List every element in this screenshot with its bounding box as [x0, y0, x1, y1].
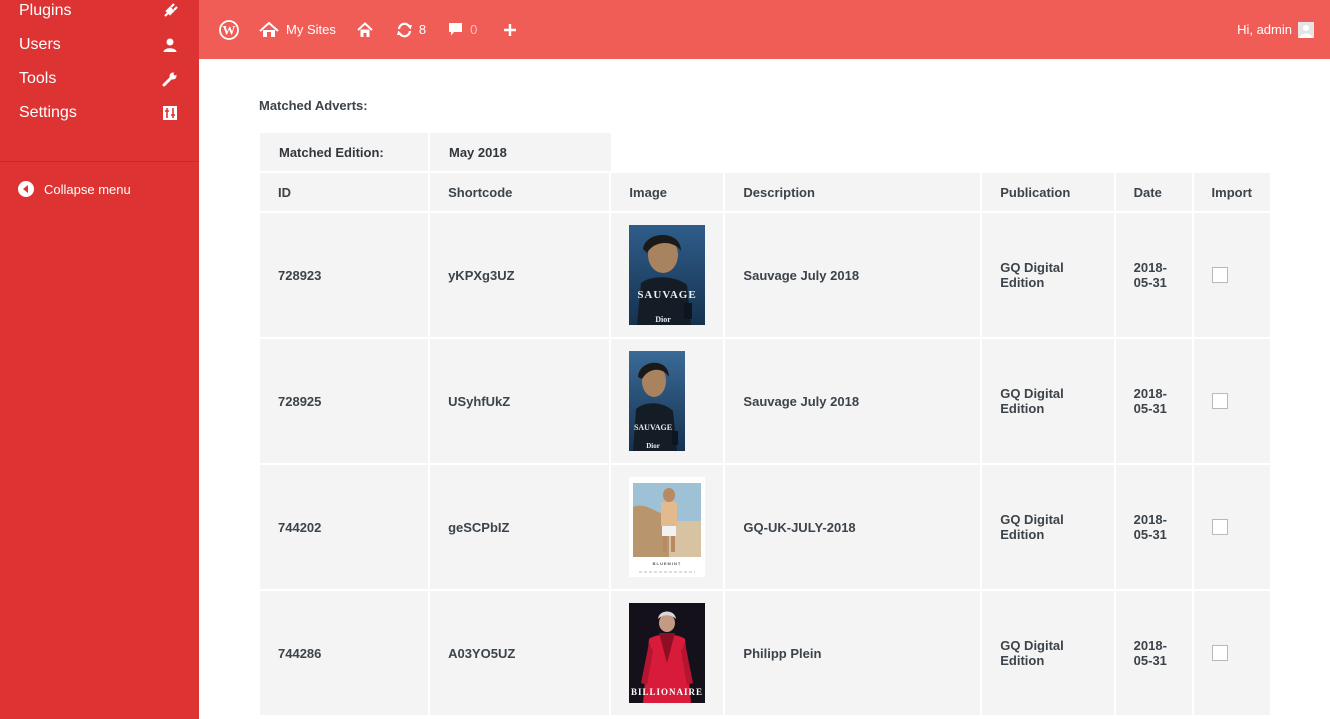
advert-thumbnail[interactable]: SAUVAGE Dior	[629, 225, 706, 325]
updates-count: 8	[418, 22, 427, 37]
table-header-row: ID Shortcode Image Description Publicati…	[260, 173, 1270, 211]
advert-publication: GQ Digital Edition	[982, 465, 1114, 589]
advert-publication: GQ Digital Edition	[982, 591, 1114, 715]
table-row: 728923 yKPXg3UZ SAUVAGE Dior Sauvage Jul…	[260, 213, 1270, 337]
advert-publication: GQ Digital Edition	[982, 213, 1114, 337]
advert-shortcode: USyhfUkZ	[430, 339, 610, 463]
comments-button[interactable]: 0	[448, 0, 477, 59]
settings-icon	[160, 103, 180, 123]
table-row: 744202 geSCPbIZ BLUEMINT GQ-UK-JULY-2018…	[260, 465, 1270, 589]
advert-id: 728925	[260, 339, 429, 463]
advert-shortcode: geSCPbIZ	[430, 465, 610, 589]
advert-image-cell: BILLIONAIRE	[611, 591, 724, 715]
avatar	[1298, 21, 1314, 38]
advert-id: 744286	[260, 591, 429, 715]
advert-date: 2018-05-31	[1115, 213, 1192, 337]
sidebar-item-label: Tools	[19, 70, 57, 87]
sidebar-item-tools[interactable]: Tools	[0, 62, 199, 96]
wordpress-icon: W	[219, 19, 239, 40]
advert-image-cell: BLUEMINT	[611, 465, 724, 589]
svg-text:BILLIONAIRE: BILLIONAIRE	[631, 687, 703, 697]
collapse-menu-button[interactable]: Collapse menu	[18, 181, 131, 197]
advert-id: 744202	[260, 465, 429, 589]
svg-text:SAUVAGE: SAUVAGE	[634, 423, 672, 432]
advert-import-cell	[1193, 591, 1270, 715]
collapse-menu-label: Collapse menu	[44, 181, 131, 197]
advert-id: 728923	[260, 213, 429, 337]
advert-description: Sauvage July 2018	[725, 213, 981, 337]
svg-text:BLUEMINT: BLUEMINT	[653, 561, 682, 566]
my-account-menu[interactable]: Hi, admin	[1237, 21, 1330, 38]
updates-button[interactable]: 8	[396, 0, 426, 59]
admin-sidebar: Plugins Users Tools Settings Collapse me…	[0, 0, 199, 719]
plus-icon	[503, 23, 517, 37]
sidebar-item-users[interactable]: Users	[0, 28, 199, 62]
advert-shortcode: yKPXg3UZ	[430, 213, 610, 337]
import-checkbox[interactable]	[1211, 645, 1228, 662]
advert-description: GQ-UK-JULY-2018	[725, 465, 981, 589]
visit-site-button[interactable]	[357, 0, 373, 59]
matched-edition-label: Matched Edition:	[260, 133, 428, 171]
svg-text:Dior: Dior	[656, 315, 672, 324]
advert-shortcode: A03YO5UZ	[430, 591, 610, 715]
advert-date: 2018-05-31	[1115, 465, 1192, 589]
svg-text:W: W	[223, 22, 236, 37]
column-header-publication: Publication	[982, 173, 1114, 211]
home-icon	[357, 21, 373, 38]
column-header-description: Description	[725, 173, 981, 211]
adverts-table: ID Shortcode Image Description Publicati…	[258, 171, 1272, 717]
matched-edition-value: May 2018	[430, 133, 611, 171]
column-header-date: Date	[1115, 173, 1192, 211]
sidebar-divider	[0, 161, 199, 162]
my-sites-label: My Sites	[286, 22, 336, 37]
advert-description: Sauvage July 2018	[725, 339, 981, 463]
import-checkbox[interactable]	[1211, 393, 1228, 410]
sidebar-item-label: Plugins	[19, 2, 72, 19]
my-sites-menu[interactable]: My Sites	[259, 0, 336, 59]
advert-image-cell: SAUVAGE Dior	[611, 339, 724, 463]
plug-icon	[160, 1, 180, 21]
table-row: 728925 USyhfUkZ SAUVAGE Dior Sauvage Jul…	[260, 339, 1270, 463]
advert-thumbnail[interactable]: SAUVAGE Dior	[629, 351, 686, 451]
sidebar-item-settings[interactable]: Settings	[0, 96, 199, 130]
table-row: 744286 A03YO5UZ BILLIONAIRE Philipp Plei…	[260, 591, 1270, 715]
add-new-button[interactable]	[503, 0, 517, 59]
advert-image-cell: SAUVAGE Dior	[611, 213, 724, 337]
comments-count: 0	[470, 22, 478, 37]
wrench-icon	[160, 69, 180, 89]
sidebar-item-label: Users	[19, 36, 61, 53]
wordpress-logo-button[interactable]: W	[219, 0, 239, 59]
advert-thumbnail[interactable]: BILLIONAIRE	[629, 603, 706, 703]
greeting-label: Hi, admin	[1237, 22, 1292, 37]
import-checkbox[interactable]	[1211, 267, 1228, 284]
import-checkbox[interactable]	[1211, 519, 1228, 536]
sidebar-item-label: Settings	[19, 104, 77, 121]
column-header-id: ID	[260, 173, 429, 211]
matched-edition-row: Matched Edition: May 2018	[260, 133, 611, 171]
advert-description: Philipp Plein	[725, 591, 981, 715]
comment-icon	[448, 22, 463, 37]
user-icon	[160, 35, 180, 55]
my-sites-icon	[259, 21, 279, 38]
column-header-import: Import	[1193, 173, 1270, 211]
advert-import-cell	[1193, 465, 1270, 589]
advert-import-cell	[1193, 213, 1270, 337]
collapse-arrow-icon	[18, 181, 34, 197]
column-header-shortcode: Shortcode	[430, 173, 610, 211]
advert-import-cell	[1193, 339, 1270, 463]
advert-thumbnail[interactable]: BLUEMINT	[629, 477, 706, 577]
advert-publication: GQ Digital Edition	[982, 339, 1114, 463]
svg-text:SAUVAGE: SAUVAGE	[638, 289, 697, 301]
refresh-icon	[396, 22, 413, 38]
advert-date: 2018-05-31	[1115, 591, 1192, 715]
admin-toolbar: W My Sites 8 0 Hi, admin	[199, 0, 1330, 59]
sidebar-item-plugins[interactable]: Plugins	[0, 0, 199, 28]
matched-adverts-label: Matched Adverts:	[259, 98, 368, 113]
svg-text:Dior: Dior	[647, 442, 661, 450]
advert-date: 2018-05-31	[1115, 339, 1192, 463]
column-header-image: Image	[611, 173, 724, 211]
